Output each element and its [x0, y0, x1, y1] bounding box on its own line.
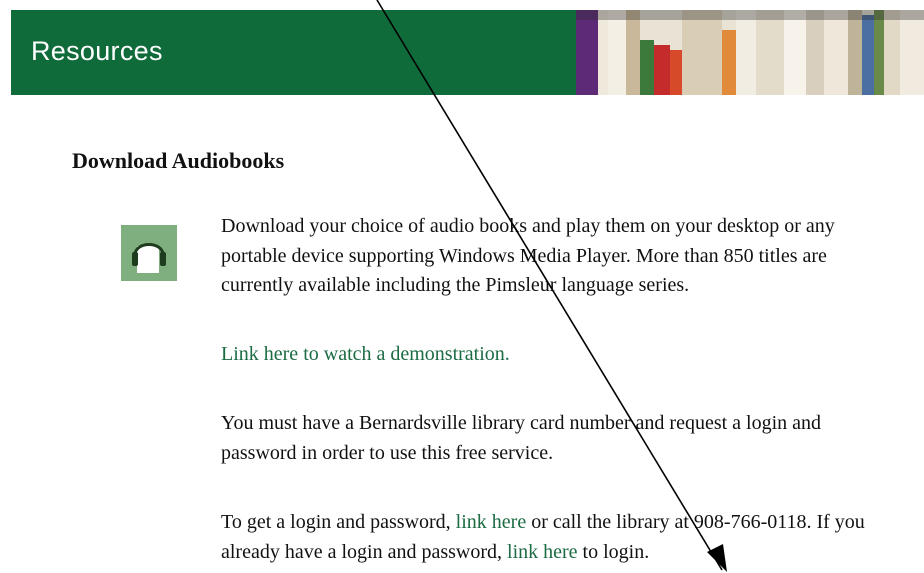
books-image	[576, 10, 924, 95]
page: Resources Download Audiobooks Download y…	[0, 0, 924, 573]
demo-paragraph: Link here to watch a demonstration.	[221, 340, 901, 370]
login-link[interactable]: link here	[507, 541, 578, 563]
header-banner: Resources	[11, 10, 924, 95]
demonstration-link[interactable]: Link here to watch a demonstration.	[221, 343, 510, 365]
requirements-text: You must have a Bernardsville library ca…	[221, 412, 822, 464]
page-title: Resources	[31, 36, 163, 66]
section-heading: Download Audiobooks	[72, 148, 285, 173]
description-text: Download your choice of audio books and …	[221, 215, 835, 296]
headphones-icon	[121, 225, 177, 281]
request-login-link[interactable]: link here	[456, 511, 527, 533]
login-text-part3: to login.	[577, 540, 650, 563]
login-paragraph: To get a login and password, link here o…	[221, 508, 901, 567]
login-text-part1: To get a login and password,	[221, 511, 456, 533]
content-column: Download your choice of audio books and …	[221, 212, 901, 567]
